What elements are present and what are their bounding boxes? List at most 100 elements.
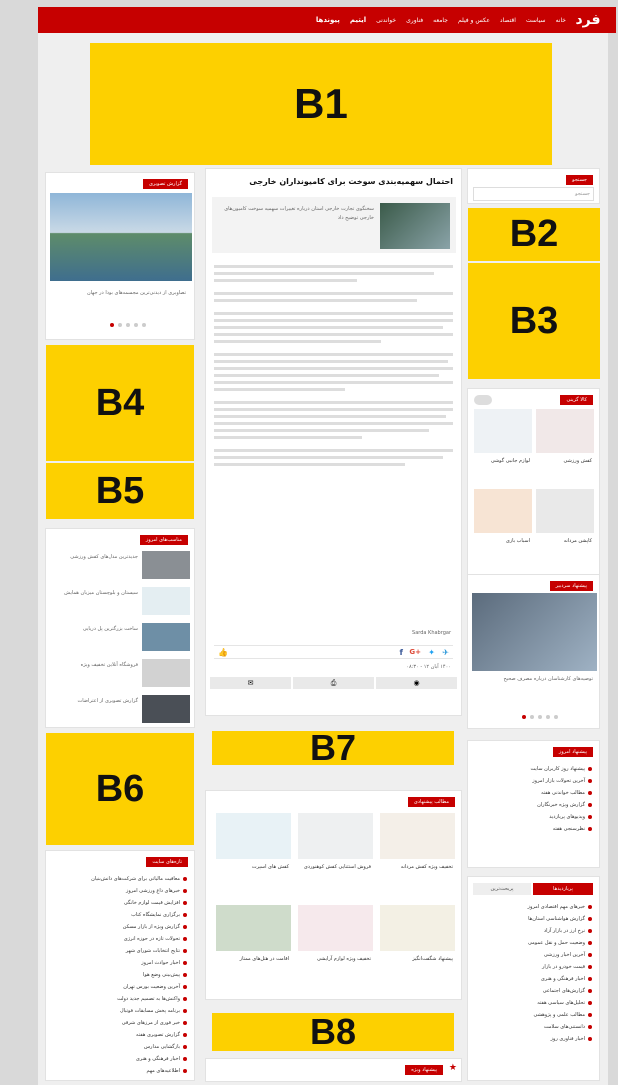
suggest-card[interactable]: تخفیف ویژه لوازم آرایشی <box>298 905 373 991</box>
menu-item-politics[interactable]: سیاست <box>526 17 546 24</box>
telegram-icon[interactable]: ✈ <box>442 648 449 657</box>
list-item[interactable]: اطلاعیه‌های مهم <box>52 1065 188 1077</box>
suggest-card[interactable]: کفش های اسپرت <box>216 813 291 899</box>
list-item[interactable]: قیمت خودرو در بازار <box>474 961 593 973</box>
carousel-dots[interactable] <box>110 323 146 327</box>
list-item[interactable]: معافیت مالیاتی برای شرکت‌های دانش‌بنیان <box>52 873 188 885</box>
gallery-caption[interactable]: تصاویری از دیدنی‌ترین مجسمه‌های بودا در … <box>54 289 186 298</box>
list-item[interactable]: خبرهای مهم اقتصادی امروز <box>474 901 593 913</box>
site-logo[interactable]: فرد <box>570 10 606 30</box>
list-item[interactable]: گزارش ویژه از بازار مسکن <box>52 921 188 933</box>
ad-banner-b6[interactable]: B6 <box>46 733 194 845</box>
menu-item-home[interactable]: خانه <box>556 17 566 24</box>
product-card[interactable]: کاپشن مردانه <box>536 489 594 567</box>
list-item[interactable]: دانستنی‌های سلامت <box>474 1021 593 1033</box>
view-icon[interactable]: ◉ <box>376 677 457 689</box>
list-item[interactable]: پیش‌بینی وضع هوا <box>52 969 188 981</box>
tab-discussed[interactable]: پربحث‌ترین <box>473 883 531 895</box>
list-item[interactable]: پیشنهاد روز کاربران سایت <box>474 763 593 775</box>
ad-banner-b8[interactable]: B8 <box>212 1011 454 1052</box>
like-icon[interactable]: 👍 <box>218 648 228 657</box>
menu-item-links[interactable]: پیوندها <box>316 16 340 24</box>
recent-news-title: مناسب‌های امروز <box>139 535 188 545</box>
photo-caption[interactable]: توصیه‌های کارشناسان درباره مصرف صحیح <box>474 675 593 684</box>
list-item[interactable]: آخرین تحولات بازار امروز <box>474 775 593 787</box>
list-item[interactable]: خبر فوری از مرزهای شرقی <box>52 1017 188 1029</box>
list-item[interactable]: اخبار فناوری روز <box>474 1033 593 1045</box>
star-icon: ★ <box>448 1063 457 1073</box>
ad-banner-b2[interactable]: B2 <box>468 208 600 261</box>
news-item[interactable]: فروشگاه آنلاین تخفیف ویژه <box>52 661 138 670</box>
suggest-panel: مطالب پیشنهادی تخفیف ویژه کفش مردانه فرو… <box>205 790 462 1000</box>
list-item[interactable]: تحلیل‌های سیاسی هفته <box>474 997 593 1009</box>
tab-popular[interactable]: پربازدیدها <box>533 883 593 895</box>
list-item[interactable]: مطالب خواندنی هفته <box>474 787 593 799</box>
news-thumb[interactable] <box>142 551 190 579</box>
menu-item-media[interactable]: عکس و فیلم <box>458 17 490 24</box>
list-item[interactable]: نتایج انتخابات شورای شهر <box>52 945 188 957</box>
twitter-icon[interactable]: ✦ <box>428 648 435 657</box>
product-card[interactable]: کفش ورزشی <box>536 409 594 487</box>
photo-thumbnail[interactable] <box>472 593 597 671</box>
list-item[interactable]: تحولات تازه در حوزه انرژی <box>52 933 188 945</box>
article-image <box>380 203 450 249</box>
list-item[interactable]: خبرهای داغ ورزشی امروز <box>52 885 188 897</box>
suggest-card[interactable]: تخفیف ویژه کفش مردانه <box>380 813 455 899</box>
menu-item-tech[interactable]: فناوری <box>406 17 423 24</box>
list-item[interactable]: ویدیوهای پربازدید <box>474 811 593 823</box>
menu-item-economy[interactable]: اقتصاد <box>500 17 516 24</box>
news-thumb[interactable] <box>142 623 190 651</box>
news-thumb[interactable] <box>142 695 190 723</box>
list-item[interactable]: گزارش‌های اجتماعی <box>474 985 593 997</box>
news-item[interactable]: گزارش تصویری از اعتراضات <box>52 697 139 706</box>
print-icon[interactable]: ⎙ <box>293 677 374 689</box>
list-item[interactable]: برگزاری نمایشگاه کتاب <box>52 909 188 921</box>
menu-item-items[interactable]: ایتیم <box>350 16 366 24</box>
special-panel: پیشنهاد ویژه ★ <box>205 1058 462 1082</box>
list-item[interactable]: نظرسنجی هفته <box>474 823 593 835</box>
list-item[interactable]: اخبار فرهنگی و هنری <box>474 973 593 985</box>
ad-banner-b4[interactable]: B4 <box>46 345 194 461</box>
news-item[interactable]: جدیدترین مدل‌های کفش ورزشی <box>52 553 138 562</box>
tab-list: خبرهای مهم اقتصادی امروز گزارش هواشناسی … <box>474 901 593 1045</box>
news-thumb[interactable] <box>142 587 190 615</box>
menu-item-reading[interactable]: خواندنی <box>376 17 396 24</box>
shop-panel-title: کالا گزینی <box>560 395 593 405</box>
list-item[interactable]: آخرین اخبار ورزشی <box>474 949 593 961</box>
facebook-icon[interactable]: f <box>400 648 403 657</box>
search-input[interactable]: جستجو <box>473 187 594 201</box>
news-thumb[interactable] <box>142 659 190 687</box>
site-news-title: تازه‌های سایت <box>146 857 188 867</box>
menu-item-society[interactable]: جامعه <box>433 17 448 24</box>
list-item[interactable]: نرخ ارز در بازار آزاد <box>474 925 593 937</box>
google-plus-icon[interactable]: G+ <box>409 648 421 656</box>
list-item[interactable]: آخرین وضعیت بورس تهران <box>52 981 188 993</box>
carousel-dots[interactable] <box>522 715 558 719</box>
suggest-card[interactable]: پیشنهاد شگفت‌انگیز <box>380 905 455 991</box>
suggest-card[interactable]: اقامت در هتل‌های ممتاز <box>216 905 291 991</box>
list-item[interactable]: اخبار حوادث امروز <box>52 957 188 969</box>
news-item[interactable]: ساخت بزرگترین پل دریایی <box>52 625 138 634</box>
list-item[interactable]: بازگشایی مدارس <box>52 1041 188 1053</box>
ad-banner-b3[interactable]: B3 <box>468 263 600 379</box>
suggest-card[interactable]: فروش استثنایی کفش کوهنوردی <box>298 813 373 899</box>
news-item[interactable]: سیستان و بلوچستان میزبان همایش <box>52 589 138 598</box>
email-icon[interactable]: ✉ <box>210 677 291 689</box>
list-item[interactable]: واکنش‌ها به تصمیم جدید دولت <box>52 993 188 1005</box>
product-card[interactable]: اسباب بازی <box>474 489 532 567</box>
list-item[interactable]: برنامه پخش مسابقات فوتبال <box>52 1005 188 1017</box>
ad-banner-b1[interactable]: B1 <box>90 43 552 165</box>
gallery-image[interactable] <box>50 193 192 281</box>
product-card[interactable]: لوازم جانبی گوشی <box>474 409 532 487</box>
list-item[interactable]: وضعیت حمل و نقل عمومی <box>474 937 593 949</box>
list-item[interactable]: مطالب علمی و پژوهشی <box>474 1009 593 1021</box>
main-menu: خانه سیاست اقتصاد عکس و فیلم جامعه فناور… <box>316 7 566 33</box>
ad-banner-b7[interactable]: B7 <box>212 727 454 768</box>
article-panel: احتمال سهمیه‌بندی سوخت برای کامیونداران … <box>205 168 462 716</box>
list-item[interactable]: گزارش ویژه خبرنگاران <box>474 799 593 811</box>
list-item[interactable]: افزایش قیمت لوازم خانگی <box>52 897 188 909</box>
list-item[interactable]: اخبار فرهنگی و هنری <box>52 1053 188 1065</box>
list-item[interactable]: گزارش تصویری هفته <box>52 1029 188 1041</box>
ad-banner-b5[interactable]: B5 <box>46 463 194 519</box>
list-item[interactable]: گزارش هواشناسی استان‌ها <box>474 913 593 925</box>
